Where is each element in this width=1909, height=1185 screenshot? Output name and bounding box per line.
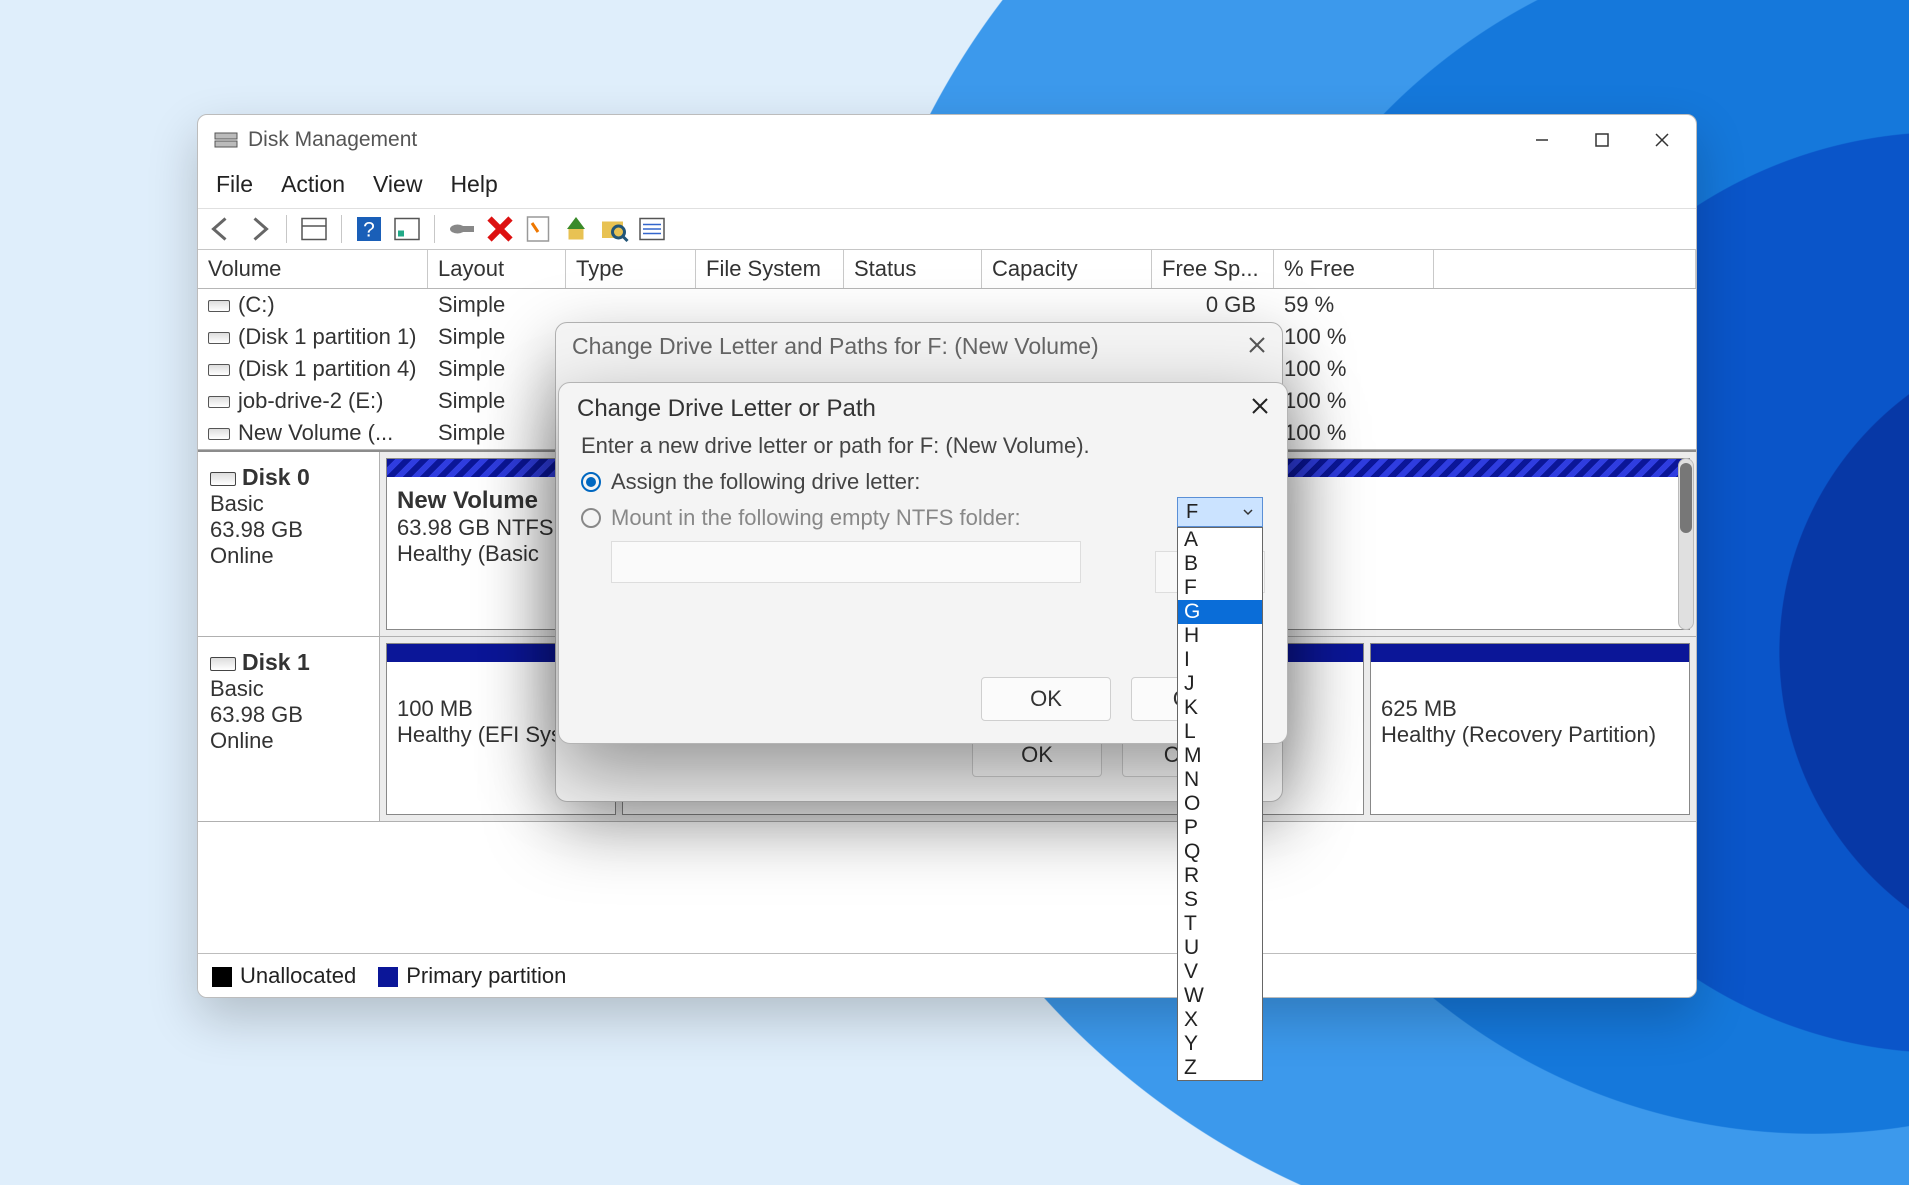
drive-letter-option[interactable]: X — [1178, 1008, 1262, 1032]
menu-file[interactable]: File — [216, 171, 253, 198]
menu-help[interactable]: Help — [450, 171, 497, 198]
drive-letter-combo[interactable]: F — [1177, 497, 1263, 527]
drive-letter-option[interactable]: N — [1178, 768, 1262, 792]
drive-letter-option[interactable]: V — [1178, 960, 1262, 984]
toolbar: ? — [198, 208, 1696, 250]
col-capacity[interactable]: Capacity — [982, 250, 1152, 288]
help-button[interactable]: ? — [354, 214, 384, 244]
drive-letter-option[interactable]: F — [1178, 576, 1262, 600]
svg-text:?: ? — [363, 219, 375, 242]
drive-letter-option[interactable]: A — [1178, 528, 1262, 552]
maximize-button[interactable] — [1572, 118, 1632, 162]
disk-icon — [210, 657, 236, 671]
col-layout[interactable]: Layout — [428, 250, 566, 288]
col-type[interactable]: Type — [566, 250, 696, 288]
menu-action[interactable]: Action — [281, 171, 345, 198]
drive-icon — [208, 396, 230, 408]
minimize-button[interactable] — [1512, 118, 1572, 162]
disk-label[interactable]: Disk 1 Basic 63.98 GB Online — [198, 637, 380, 821]
drive-letter-option[interactable]: W — [1178, 984, 1262, 1008]
legend: Unallocated Primary partition — [198, 953, 1696, 997]
col-filesystem[interactable]: File System — [696, 250, 844, 288]
drive-letter-option[interactable]: G — [1178, 600, 1262, 624]
dialog-title: Change Drive Letter or Path — [577, 395, 876, 423]
drive-icon — [208, 364, 230, 376]
volume-table-header: Volume Layout Type File System Status Ca… — [198, 250, 1696, 289]
menubar: File Action View Help — [198, 165, 1696, 208]
drive-icon — [208, 332, 230, 344]
disk-label[interactable]: Disk 0 Basic 63.98 GB Online — [198, 452, 380, 636]
search-icon[interactable] — [599, 214, 629, 244]
properties-icon[interactable] — [523, 214, 553, 244]
drive-letter-option[interactable]: L — [1178, 720, 1262, 744]
drive-letter-option[interactable]: J — [1178, 672, 1262, 696]
close-icon[interactable] — [1251, 397, 1269, 421]
partition[interactable]: 625 MB Healthy (Recovery Partition) — [1370, 643, 1690, 815]
drive-letter-option[interactable]: K — [1178, 696, 1262, 720]
ok-button[interactable]: OK — [981, 677, 1111, 721]
drive-letter-dropdown[interactable]: ABFGHIJKLMNOPQRSTUVWXYZ — [1177, 527, 1263, 1081]
drive-letter-option[interactable]: Z — [1178, 1056, 1262, 1080]
drive-letter-option[interactable]: P — [1178, 816, 1262, 840]
mount-path-input — [611, 541, 1081, 583]
show-hide-console-button[interactable] — [299, 214, 329, 244]
drive-letter-option[interactable]: U — [1178, 936, 1262, 960]
forward-button[interactable] — [244, 214, 274, 244]
titlebar: Disk Management — [198, 115, 1696, 165]
col-volume[interactable]: Volume — [198, 250, 428, 288]
option-mount-folder[interactable]: Mount in the following empty NTFS folder… — [581, 505, 1265, 531]
drive-letter-option[interactable]: Y — [1178, 1032, 1262, 1056]
drive-letter-option[interactable]: Q — [1178, 840, 1262, 864]
drive-letter-option[interactable]: B — [1178, 552, 1262, 576]
disk-icon — [210, 472, 236, 486]
drive-icon — [208, 300, 230, 312]
drive-icon — [208, 428, 230, 440]
back-button[interactable] — [206, 214, 236, 244]
col-free[interactable]: Free Sp... — [1152, 250, 1274, 288]
dialog-title: Change Drive Letter and Paths for F: (Ne… — [572, 333, 1099, 360]
list-icon[interactable] — [637, 214, 667, 244]
disk-scrollbar[interactable] — [1678, 458, 1694, 630]
window-title: Disk Management — [248, 128, 417, 152]
menu-view[interactable]: View — [373, 171, 422, 198]
close-icon[interactable] — [1248, 333, 1266, 360]
up-arrow-icon[interactable] — [561, 214, 591, 244]
legend-swatch-primary — [378, 967, 398, 987]
dialog-prompt: Enter a new drive letter or path for F: … — [581, 433, 1265, 459]
drive-letter-option[interactable]: R — [1178, 864, 1262, 888]
delete-icon[interactable] — [485, 214, 515, 244]
app-icon — [214, 129, 238, 151]
connect-icon[interactable] — [447, 214, 477, 244]
option-assign-letter[interactable]: Assign the following drive letter: — [581, 469, 1265, 495]
drive-letter-option[interactable]: T — [1178, 912, 1262, 936]
legend-swatch-unallocated — [212, 967, 232, 987]
radio-unselected-icon — [581, 508, 601, 528]
combo-selected-value: F — [1186, 501, 1198, 524]
drive-letter-option[interactable]: H — [1178, 624, 1262, 648]
chevron-down-icon — [1242, 501, 1254, 524]
table-row[interactable]: (C:) Simple 0 GB 59 % — [198, 289, 1696, 321]
col-pctfree[interactable]: % Free — [1274, 250, 1434, 288]
col-status[interactable]: Status — [844, 250, 982, 288]
settings-button[interactable] — [392, 214, 422, 244]
drive-letter-option[interactable]: M — [1178, 744, 1262, 768]
drive-letter-option[interactable]: I — [1178, 648, 1262, 672]
drive-letter-option[interactable]: S — [1178, 888, 1262, 912]
close-button[interactable] — [1632, 118, 1692, 162]
radio-selected-icon — [581, 472, 601, 492]
drive-letter-option[interactable]: O — [1178, 792, 1262, 816]
